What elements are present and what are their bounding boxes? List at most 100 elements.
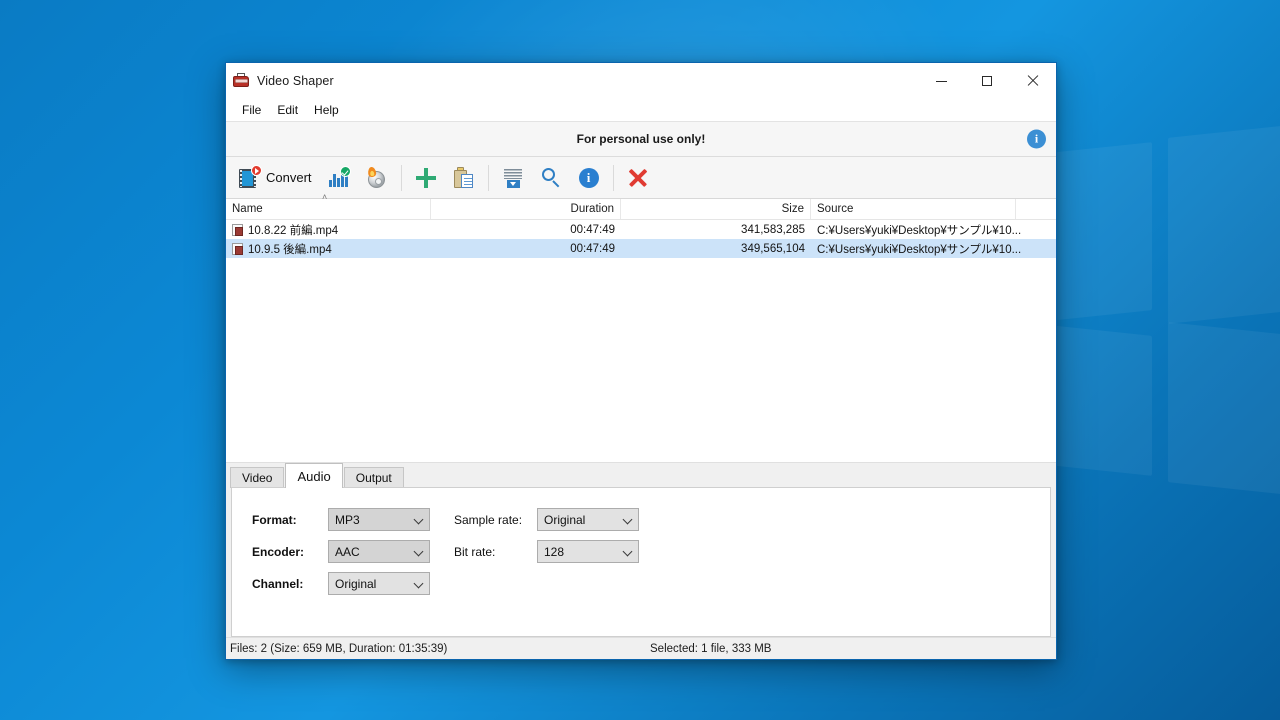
encoder-value: AAC [335, 544, 360, 559]
bit-rate-select[interactable]: 128 [537, 540, 639, 563]
convert-label: Convert [266, 170, 312, 185]
bit-rate-field: Bit rate: 128 [454, 540, 639, 563]
film-play-icon [238, 164, 262, 189]
chevron-down-icon [413, 546, 424, 557]
cell-source: C:¥Users¥yuki¥Desktop¥サンプル¥10... [817, 243, 1021, 256]
column-header-name[interactable]: Name ˄ [226, 193, 431, 219]
format-select[interactable]: MP3 [328, 508, 430, 531]
bit-rate-label: Bit rate: [454, 544, 496, 559]
disc-flame-icon [366, 165, 388, 189]
sample-rate-value: Original [544, 512, 586, 527]
column-header-size[interactable]: Size [621, 199, 811, 219]
media-file-icon [232, 242, 243, 255]
column-header-filler [1016, 199, 1056, 219]
search-button[interactable] [532, 160, 570, 196]
cell-name: 10.8.22 前編.mp4 [226, 222, 431, 238]
burn-disc-button[interactable] [358, 160, 396, 196]
add-file-button[interactable] [407, 160, 445, 196]
close-icon [1027, 75, 1039, 87]
toolbar: Convert i [226, 157, 1056, 199]
tab-output[interactable]: Output [343, 467, 404, 488]
cell-source: C:¥Users¥yuki¥Desktop¥サンプル¥10... [817, 224, 1021, 237]
menu-item-file[interactable]: File [234, 101, 269, 119]
desktop-logo-pane [1168, 122, 1280, 324]
channel-label: Channel: [252, 576, 304, 591]
maximize-icon [982, 76, 992, 86]
equalizer-check-icon [328, 165, 351, 189]
tab-video[interactable]: Video [230, 467, 285, 488]
status-bar: Files: 2 (Size: 659 MB, Duration: 01:35:… [226, 637, 1056, 659]
column-header-duration[interactable]: Duration [431, 199, 621, 219]
tab-strip: Video Audio Output [226, 463, 1056, 488]
channel-select[interactable]: Original [328, 572, 430, 595]
close-button[interactable] [1010, 63, 1056, 99]
cell-size: 349,565,104 [741, 242, 805, 255]
info-button[interactable]: i [570, 160, 608, 196]
menu-item-edit[interactable]: Edit [269, 101, 306, 119]
file-list-rows: 10.8.22 前編.mp4 00:47:49 341,583,285 C:¥U… [226, 220, 1056, 462]
cell-size: 341,583,285 [741, 223, 805, 236]
cell-name: 10.9.5 後編.mp4 [226, 241, 431, 257]
table-row[interactable]: 10.9.5 後編.mp4 00:47:49 349,565,104 C:¥Us… [226, 239, 1056, 258]
notice-text: For personal use only! [576, 132, 706, 146]
cell-name-label: 10.9.5 後編.mp4 [248, 243, 332, 256]
desktop-logo-pane [1168, 322, 1280, 498]
table-row[interactable]: 10.8.22 前編.mp4 00:47:49 341,583,285 C:¥U… [226, 220, 1056, 239]
maximize-button[interactable] [964, 63, 1010, 99]
remove-button[interactable] [619, 160, 657, 196]
cell-duration: 00:47:49 [570, 242, 615, 255]
window-controls [918, 63, 1056, 99]
format-field: Format: MP3 [252, 508, 430, 531]
toolbar-separator [400, 164, 402, 191]
info-circle-icon: i [578, 167, 600, 189]
sample-rate-field: Sample rate: Original [454, 508, 639, 531]
chevron-down-icon [413, 578, 424, 589]
column-header-name-label: Name [232, 203, 263, 215]
notice-info-icon[interactable]: i [1027, 129, 1046, 149]
plus-icon [415, 167, 437, 189]
window-title: Video Shaper [257, 74, 334, 88]
encoder-field: Encoder: AAC [252, 540, 430, 563]
file-list: Name ˄ Duration Size Source 10.8.22 前編.m… [226, 193, 1056, 463]
media-file-icon [232, 223, 243, 236]
notice-bar: For personal use only! i [226, 121, 1056, 157]
convert-audio-button[interactable] [320, 160, 358, 196]
sort-ascending-icon: ˄ [322, 192, 328, 202]
chevron-down-icon [622, 546, 633, 557]
tab-audio[interactable]: Audio [285, 463, 343, 488]
encoder-label: Encoder: [252, 544, 305, 559]
format-label: Format: [252, 512, 297, 527]
list-download-icon [502, 167, 524, 189]
file-list-header: Name ˄ Duration Size Source [226, 193, 1056, 220]
cell-name-label: 10.8.22 前編.mp4 [248, 224, 339, 237]
bit-rate-value: 128 [544, 544, 565, 559]
audio-settings-panel: Format: MP3 Encoder: AAC Channel: Origin… [231, 487, 1051, 637]
encoder-select[interactable]: AAC [328, 540, 430, 563]
sample-rate-label: Sample rate: [454, 512, 523, 527]
menu-item-help[interactable]: Help [306, 101, 347, 119]
status-files-summary: Files: 2 (Size: 659 MB, Duration: 01:35:… [230, 642, 448, 655]
chevron-down-icon [622, 514, 633, 525]
chevron-down-icon [413, 514, 424, 525]
paste-button[interactable] [445, 160, 483, 196]
column-header-source[interactable]: Source [811, 199, 1016, 219]
bus-icon [233, 73, 249, 89]
red-x-icon [627, 167, 649, 189]
clipboard-document-icon [453, 167, 475, 189]
channel-value: Original [335, 576, 377, 591]
toolbar-separator [612, 164, 614, 191]
magnifier-icon [540, 167, 562, 189]
minimize-icon [935, 80, 947, 82]
list-down-button[interactable] [494, 160, 532, 196]
channel-field: Channel: Original [252, 572, 430, 595]
minimize-button[interactable] [918, 63, 964, 99]
title-bar: Video Shaper [226, 63, 1056, 99]
video-shaper-window: Video Shaper File Edit Help For personal… [225, 62, 1057, 660]
convert-video-button[interactable]: Convert [230, 160, 320, 196]
menu-bar: File Edit Help [226, 99, 1056, 121]
toolbar-separator [487, 164, 489, 191]
status-selection-summary: Selected: 1 file, 333 MB [650, 642, 772, 655]
format-value: MP3 [335, 512, 360, 527]
sample-rate-select[interactable]: Original [537, 508, 639, 531]
cell-duration: 00:47:49 [570, 223, 615, 236]
